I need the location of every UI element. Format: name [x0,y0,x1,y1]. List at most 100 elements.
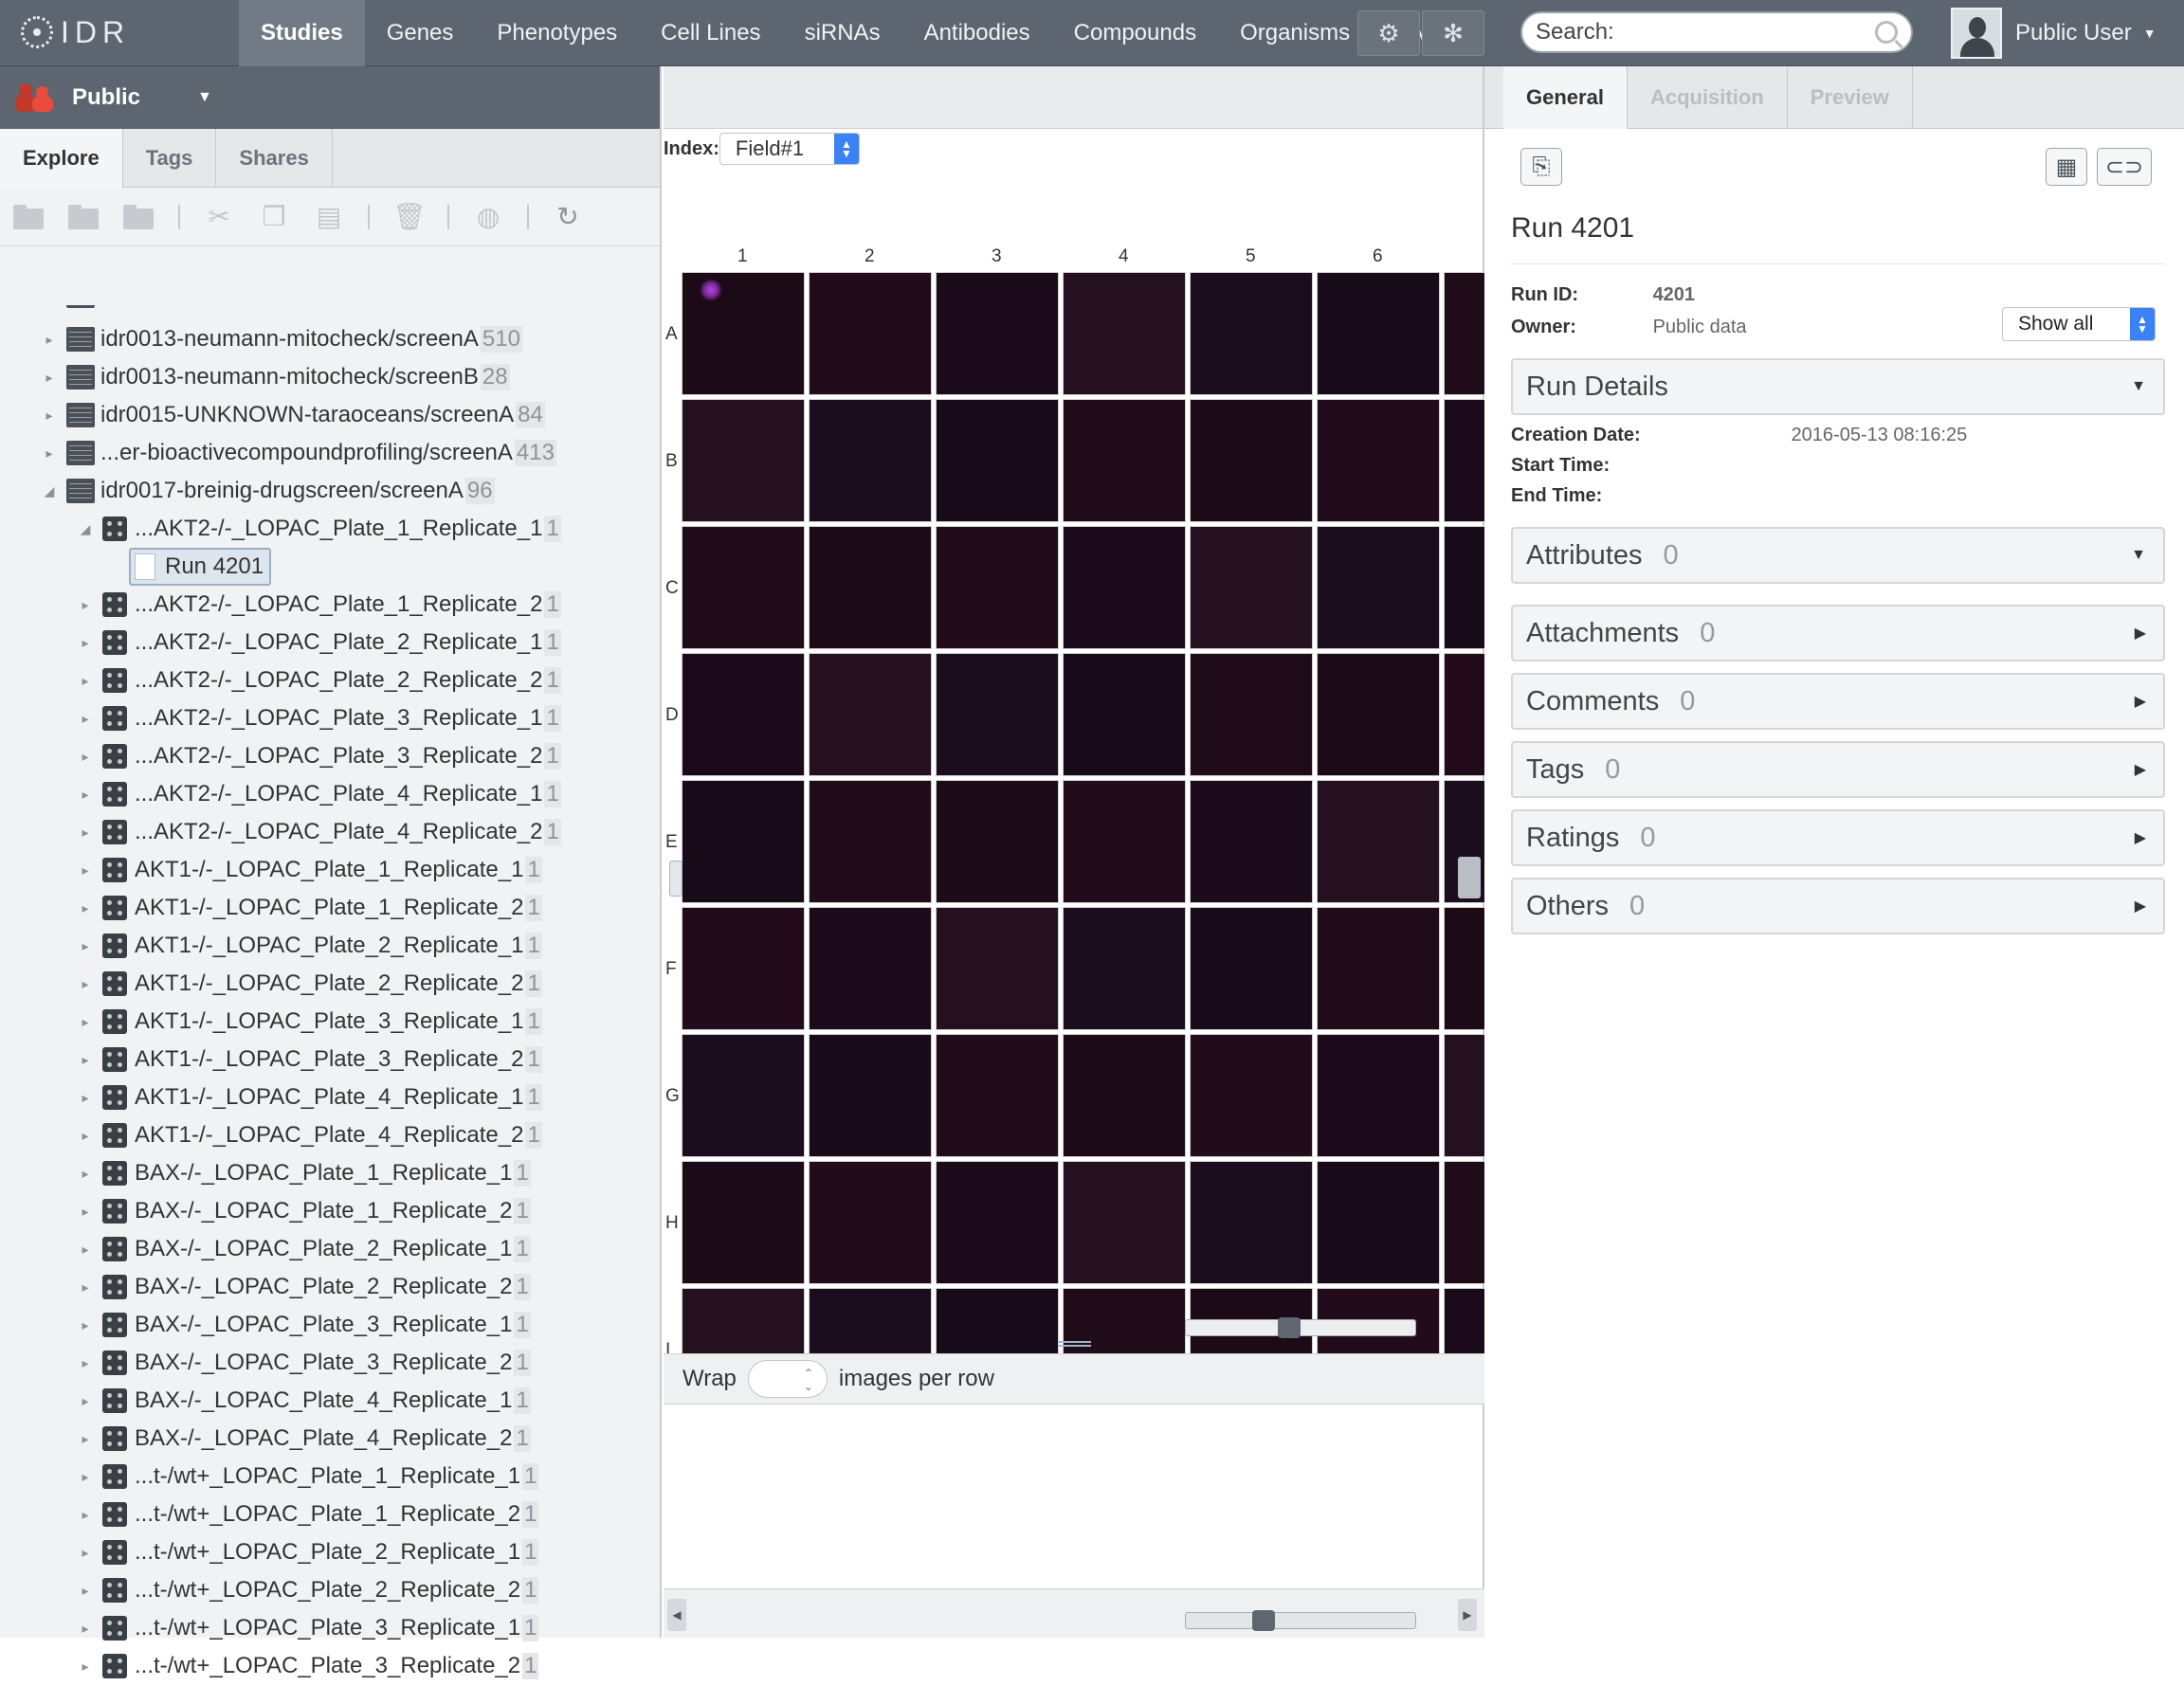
well-thumbnail[interactable] [682,653,805,776]
expand-toggle-icon[interactable]: ▸ [38,445,61,462]
panel-collapse-left-handle[interactable] [669,861,682,897]
section-ratings[interactable]: Ratings 0 ▶ [1511,809,2165,866]
well-thumbnail[interactable] [936,1161,1059,1284]
well-thumbnail[interactable] [682,526,805,649]
well-thumbnail[interactable] [1444,1034,1484,1157]
expand-toggle-icon[interactable]: ▸ [74,1166,97,1182]
pane-splitter-handle[interactable] [1059,1341,1091,1347]
tree-item-screen[interactable]: ◢ idr0017-breinig-drugscreen/screenA 96 [38,472,495,510]
expand-toggle-icon[interactable]: ▸ [74,749,97,765]
well-thumbnail[interactable] [1190,399,1313,522]
tree-item-plate[interactable]: ▸ ...AKT2-/-_LOPAC_Plate_2_Replicate_2 1 [74,662,561,699]
field-select[interactable]: Field#1 ▲ ▼ [719,133,860,165]
link-button[interactable]: ⊂⊃ [2097,148,2152,186]
open-with-button[interactable]: ⎘ [1520,148,1562,186]
well-thumbnail[interactable] [1190,907,1313,1030]
grid-view-button[interactable]: ▦ [2046,148,2087,186]
expand-toggle-icon[interactable]: ▸ [38,408,61,424]
well-thumbnail[interactable] [1317,907,1440,1030]
tree-item-plate[interactable]: ▸ BAX-/-_LOPAC_Plate_2_Replicate_2 1 [74,1268,531,1306]
tree-item-plate[interactable]: ▸ AKT1-/-_LOPAC_Plate_1_Replicate_1 1 [74,851,542,889]
well-thumbnail[interactable] [809,653,932,776]
well-thumbnail[interactable] [1063,780,1186,903]
section-others[interactable]: Others 0 ▶ [1511,878,2165,934]
tree-item-plate[interactable]: ▸ AKT1-/-_LOPAC_Plate_1_Replicate_2 1 [74,889,542,927]
tree-item-plate[interactable]: ▸ ...t-/wt+_LOPAC_Plate_2_Replicate_1 1 [74,1533,539,1571]
nav-genes[interactable]: Genes [365,0,476,66]
well-thumbnail[interactable] [1317,1034,1440,1157]
section-attributes[interactable]: Attributes 0 ▼ [1511,527,2165,584]
expand-toggle-icon[interactable]: ▸ [74,1242,97,1258]
well-thumbnail[interactable] [1063,526,1186,649]
well-thumbnail[interactable] [809,399,932,522]
expand-toggle-icon[interactable]: ▸ [74,1052,97,1068]
well-thumbnail[interactable] [1190,1034,1313,1157]
refresh-icon[interactable]: ↻ [552,202,584,231]
copy-icon[interactable]: ❐ [258,202,290,231]
well-thumbnail[interactable] [1317,399,1440,522]
new-folder-icon[interactable] [123,203,155,231]
well-thumbnail[interactable] [1317,653,1440,776]
section-comments[interactable]: Comments 0 ▶ [1511,673,2165,730]
well-thumbnail[interactable] [1190,526,1313,649]
expand-toggle-icon[interactable]: ▸ [74,597,97,613]
expand-toggle-icon[interactable]: ▸ [74,1621,97,1637]
settings-button[interactable]: ⚙ [1357,10,1420,56]
expand-toggle-icon[interactable]: ▸ [74,1204,97,1220]
expand-toggle-icon[interactable]: ▸ [74,1659,97,1675]
well-thumbnail[interactable] [809,272,932,395]
nav-antibodies[interactable]: Antibodies [902,0,1052,66]
expand-toggle-icon[interactable]: ▸ [74,1279,97,1296]
nav-studies[interactable]: Studies [239,0,365,66]
show-all-select[interactable]: Show all ▲ ▼ [2002,307,2156,341]
well-thumbnail[interactable] [809,1161,932,1284]
expand-toggle-icon[interactable]: ▸ [74,1583,97,1599]
well-thumbnail[interactable] [1444,1161,1484,1284]
nav-compounds[interactable]: Compounds [1052,0,1218,66]
tree-item-plate[interactable]: ▸ AKT1-/-_LOPAC_Plate_2_Replicate_2 1 [74,965,542,1003]
scroll-left-icon[interactable]: ◀ [667,1599,686,1631]
tab-general[interactable]: General [1503,66,1628,129]
expand-toggle-icon[interactable]: ▸ [74,1431,97,1447]
tree-item-plate[interactable]: ▸ ...AKT2-/-_LOPAC_Plate_4_Replicate_2 1 [74,813,561,851]
expand-toggle-icon[interactable]: ▸ [74,825,97,841]
nav-sirnas[interactable]: siRNAs [783,0,902,66]
tree-item-plate[interactable]: ▸ AKT1-/-_LOPAC_Plate_3_Replicate_1 1 [74,1003,542,1041]
well-thumbnail[interactable] [936,653,1059,776]
tab-acquisition[interactable]: Acquisition [1628,66,1788,129]
expand-toggle-icon[interactable]: ▸ [74,862,97,879]
tab-tags[interactable]: Tags [123,129,217,188]
tree-item-plate[interactable]: ▸ ...AKT2-/-_LOPAC_Plate_4_Replicate_1 1 [74,775,561,813]
plate-zoom-slider[interactable] [1185,1317,1416,1338]
expand-toggle-icon[interactable]: ▸ [74,673,97,689]
well-thumbnail[interactable] [1317,272,1440,395]
nav-organisms[interactable]: Organisms [1218,0,1356,66]
help-button[interactable]: ✻ [1422,10,1484,56]
well-thumbnail[interactable] [1190,272,1313,395]
expand-toggle-icon[interactable]: ▸ [74,1545,97,1561]
tree-item-screen[interactable]: ▸ idr0015-UNKNOWN-taraoceans/screenA 84 [38,396,545,434]
tree-item-plate[interactable]: ▸ BAX-/-_LOPAC_Plate_3_Replicate_2 1 [74,1344,531,1382]
well-thumbnail[interactable] [1063,1034,1186,1157]
expand-toggle-icon[interactable]: ▸ [74,1128,97,1144]
search-icon[interactable] [1875,21,1898,44]
well-thumbnail[interactable] [809,907,932,1030]
new-dataset-icon[interactable] [68,203,100,231]
well-thumbnail[interactable] [936,272,1059,395]
slider-handle[interactable] [1252,1610,1275,1631]
well-thumbnail[interactable] [936,1034,1059,1157]
tree-item-plate[interactable]: ▸ ...AKT2-/-_LOPAC_Plate_3_Replicate_2 1 [74,737,561,775]
slider-handle[interactable] [1278,1317,1301,1338]
tab-preview[interactable]: Preview [1788,66,1913,129]
tree-item-plate[interactable]: ◢ ...AKT2-/-_LOPAC_Plate_1_Replicate_1 1 [74,510,561,548]
well-thumbnail[interactable] [1444,526,1484,649]
expand-toggle-icon[interactable]: ▸ [74,1507,97,1523]
well-thumbnail[interactable] [936,780,1059,903]
scroll-right-icon[interactable]: ▶ [1458,1599,1477,1631]
well-thumbnail[interactable] [809,526,932,649]
delete-icon[interactable]: 🗑 [392,202,427,231]
panel-collapse-right-handle[interactable] [1458,857,1481,898]
tree-item-plate[interactable]: ▸ BAX-/-_LOPAC_Plate_4_Replicate_1 1 [74,1382,531,1420]
run-details-header[interactable]: Run Details ▼ [1511,358,2165,415]
well-thumbnail[interactable] [682,780,805,903]
